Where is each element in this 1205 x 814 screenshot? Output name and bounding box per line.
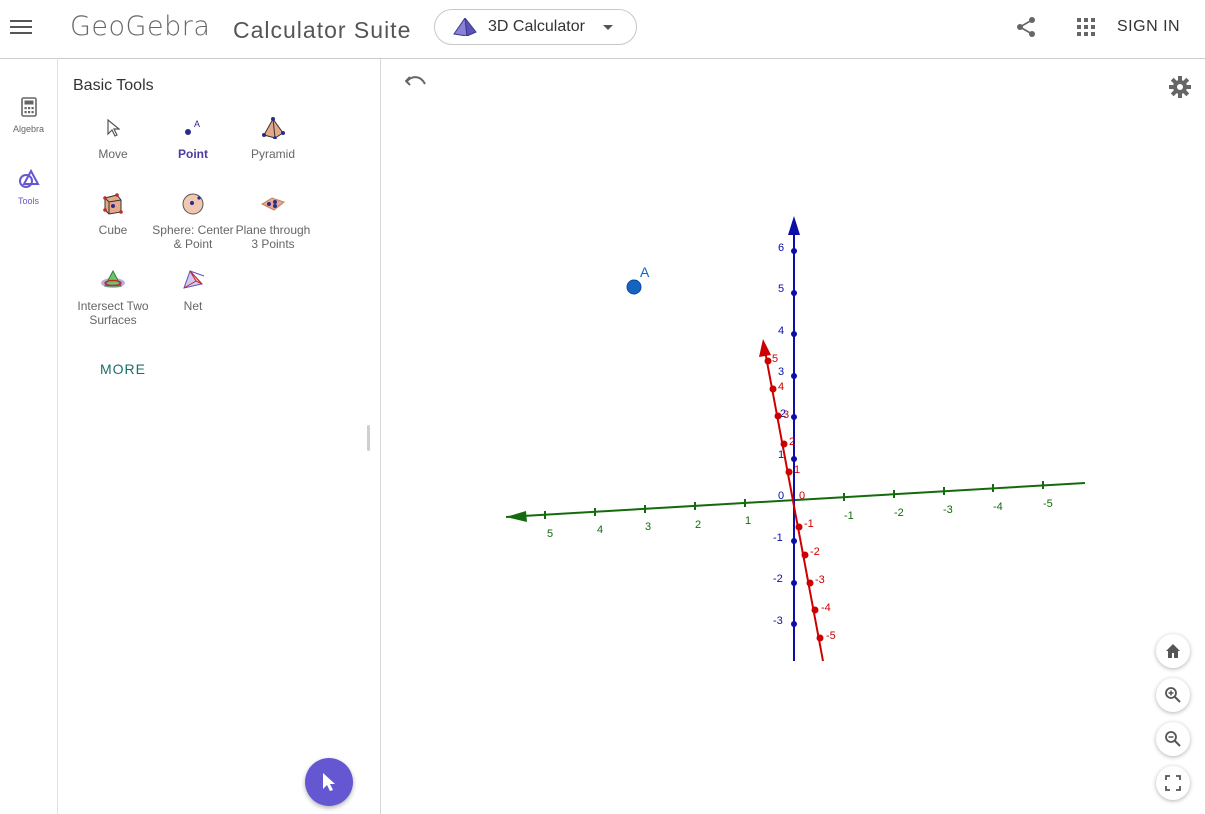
share-icon[interactable] — [1015, 16, 1037, 38]
y-tick-label: 1 — [745, 515, 751, 527]
tool-plane-3-points[interactable]: Plane through 3 Points — [232, 191, 314, 251]
tool-pyramid[interactable]: Pyramid — [232, 115, 314, 161]
z-tick-label: 4 — [778, 325, 784, 337]
tool-label: Cube — [98, 223, 128, 237]
point-a-label: A — [640, 264, 650, 280]
app-selector-dropdown[interactable]: 3D Calculator — [434, 9, 637, 45]
tool-label: Intersect Two Surfaces — [77, 299, 149, 327]
rail-item-label: Tools — [17, 196, 39, 206]
x-tick-label: -3 — [815, 574, 825, 586]
sign-in-button[interactable]: SIGN IN — [1117, 18, 1180, 36]
standard-view-button[interactable] — [1156, 634, 1190, 668]
y-tick-label: 4 — [597, 524, 603, 536]
app-header: GeoGebra Calculator Suite 3D Calculator … — [0, 0, 1205, 59]
tool-sphere-center-point[interactable]: Sphere: Center & Point — [152, 191, 234, 251]
apps-grid-icon[interactable] — [1077, 18, 1095, 36]
sphere-icon — [182, 193, 204, 215]
point-icon: A — [185, 119, 200, 135]
zoom-out-icon — [1165, 731, 1181, 747]
app-selector-label: 3D Calculator — [488, 18, 585, 35]
x-tick-label: 0 — [799, 490, 805, 502]
zoom-in-button[interactable] — [1156, 678, 1190, 712]
y-tick-label: -3 — [943, 504, 953, 516]
calculator-icon — [20, 97, 37, 117]
zoom-out-button[interactable] — [1156, 722, 1190, 756]
suite-title: Calculator Suite — [233, 17, 412, 43]
chevron-down-icon — [603, 25, 613, 30]
point-a[interactable]: A — [626, 264, 650, 295]
tool-intersect-two-surfaces[interactable]: Intersect Two Surfaces — [72, 267, 154, 327]
y-tick-label: -4 — [993, 501, 1003, 513]
fullscreen-button[interactable] — [1156, 766, 1190, 800]
move-icon — [107, 119, 120, 137]
x-tick-label: -1 — [804, 518, 814, 530]
tools-icon — [18, 168, 40, 188]
home-icon — [1166, 644, 1180, 658]
y-tick-label: -2 — [894, 507, 904, 519]
fullscreen-icon — [1165, 775, 1181, 791]
pyramid-icon — [453, 18, 477, 36]
svg-text:A: A — [194, 119, 200, 129]
z-tick-label: 3 — [778, 366, 784, 378]
cursor-icon — [323, 773, 335, 791]
z-tick-label: 5 — [778, 283, 784, 295]
z-tick-label: 0 — [778, 490, 784, 502]
x-tick-label: 3 — [783, 409, 789, 421]
menu-icon[interactable] — [10, 16, 32, 38]
tool-label: Sphere: Center & Point — [152, 223, 234, 251]
y-tick-label: 5 — [547, 528, 553, 540]
z-tick-label: -2 — [773, 573, 783, 585]
x-tick-label: 4 — [778, 381, 784, 393]
geogebra-logo[interactable]: GeoGebra — [70, 11, 210, 42]
zoom-in-icon — [1165, 687, 1181, 703]
plane-icon — [260, 197, 286, 211]
x-tick-label: -2 — [810, 546, 820, 558]
y-tick-label: 2 — [695, 519, 701, 531]
tool-label: Move — [98, 147, 128, 161]
pyramid-icon — [262, 117, 285, 139]
x-tick-label: 1 — [794, 464, 800, 476]
rail-item-tools[interactable]: Tools — [0, 168, 57, 206]
rail-item-algebra[interactable]: Algebra — [0, 97, 57, 134]
tool-label: Plane through 3 Points — [235, 223, 311, 251]
x-tick-label: -5 — [826, 630, 836, 642]
intersect-surfaces-icon — [101, 269, 125, 288]
axes-scene: 5 4 3 2 1 -1 -2 -3 -4 -5 6 5 4 3 2 1 0 -… — [505, 216, 1086, 662]
panel-resize-handle[interactable] — [367, 425, 370, 451]
tool-label: Point — [178, 147, 208, 161]
y-tick-label: -1 — [844, 510, 854, 522]
tool-cube[interactable]: Cube — [72, 191, 154, 237]
tools-fab-button[interactable] — [305, 758, 353, 806]
x-tick-label: 5 — [772, 353, 778, 365]
tools-panel: Basic Tools Move A Point Pyramid Cube Sp… — [58, 59, 381, 814]
y-tick-label: -5 — [1043, 498, 1053, 510]
x-tick-label: -4 — [821, 602, 831, 614]
net-icon — [183, 270, 205, 289]
z-axis: 6 5 4 3 2 1 0 -1 -2 -3 — [773, 216, 800, 661]
cube-icon — [103, 193, 123, 215]
tool-point[interactable]: A Point — [152, 115, 234, 161]
panel-title: Basic Tools — [73, 77, 154, 94]
z-tick-label: -3 — [773, 615, 783, 627]
tool-net[interactable]: Net — [152, 267, 234, 313]
tool-move[interactable]: Move — [72, 115, 154, 161]
rail-item-label: Algebra — [12, 124, 45, 134]
x-tick-label: 2 — [789, 436, 795, 448]
side-rail: Algebra Tools — [0, 59, 58, 814]
more-tools-button[interactable]: MORE — [100, 361, 146, 377]
z-tick-label: 6 — [778, 242, 784, 254]
tool-label: Net — [183, 299, 203, 313]
y-tick-label: 3 — [645, 521, 651, 533]
tool-label: Pyramid — [250, 147, 295, 161]
graphics-3d-view[interactable]: 5 4 3 2 1 -1 -2 -3 -4 -5 6 5 4 3 2 1 0 -… — [381, 59, 1205, 814]
z-tick-label: -1 — [773, 532, 783, 544]
